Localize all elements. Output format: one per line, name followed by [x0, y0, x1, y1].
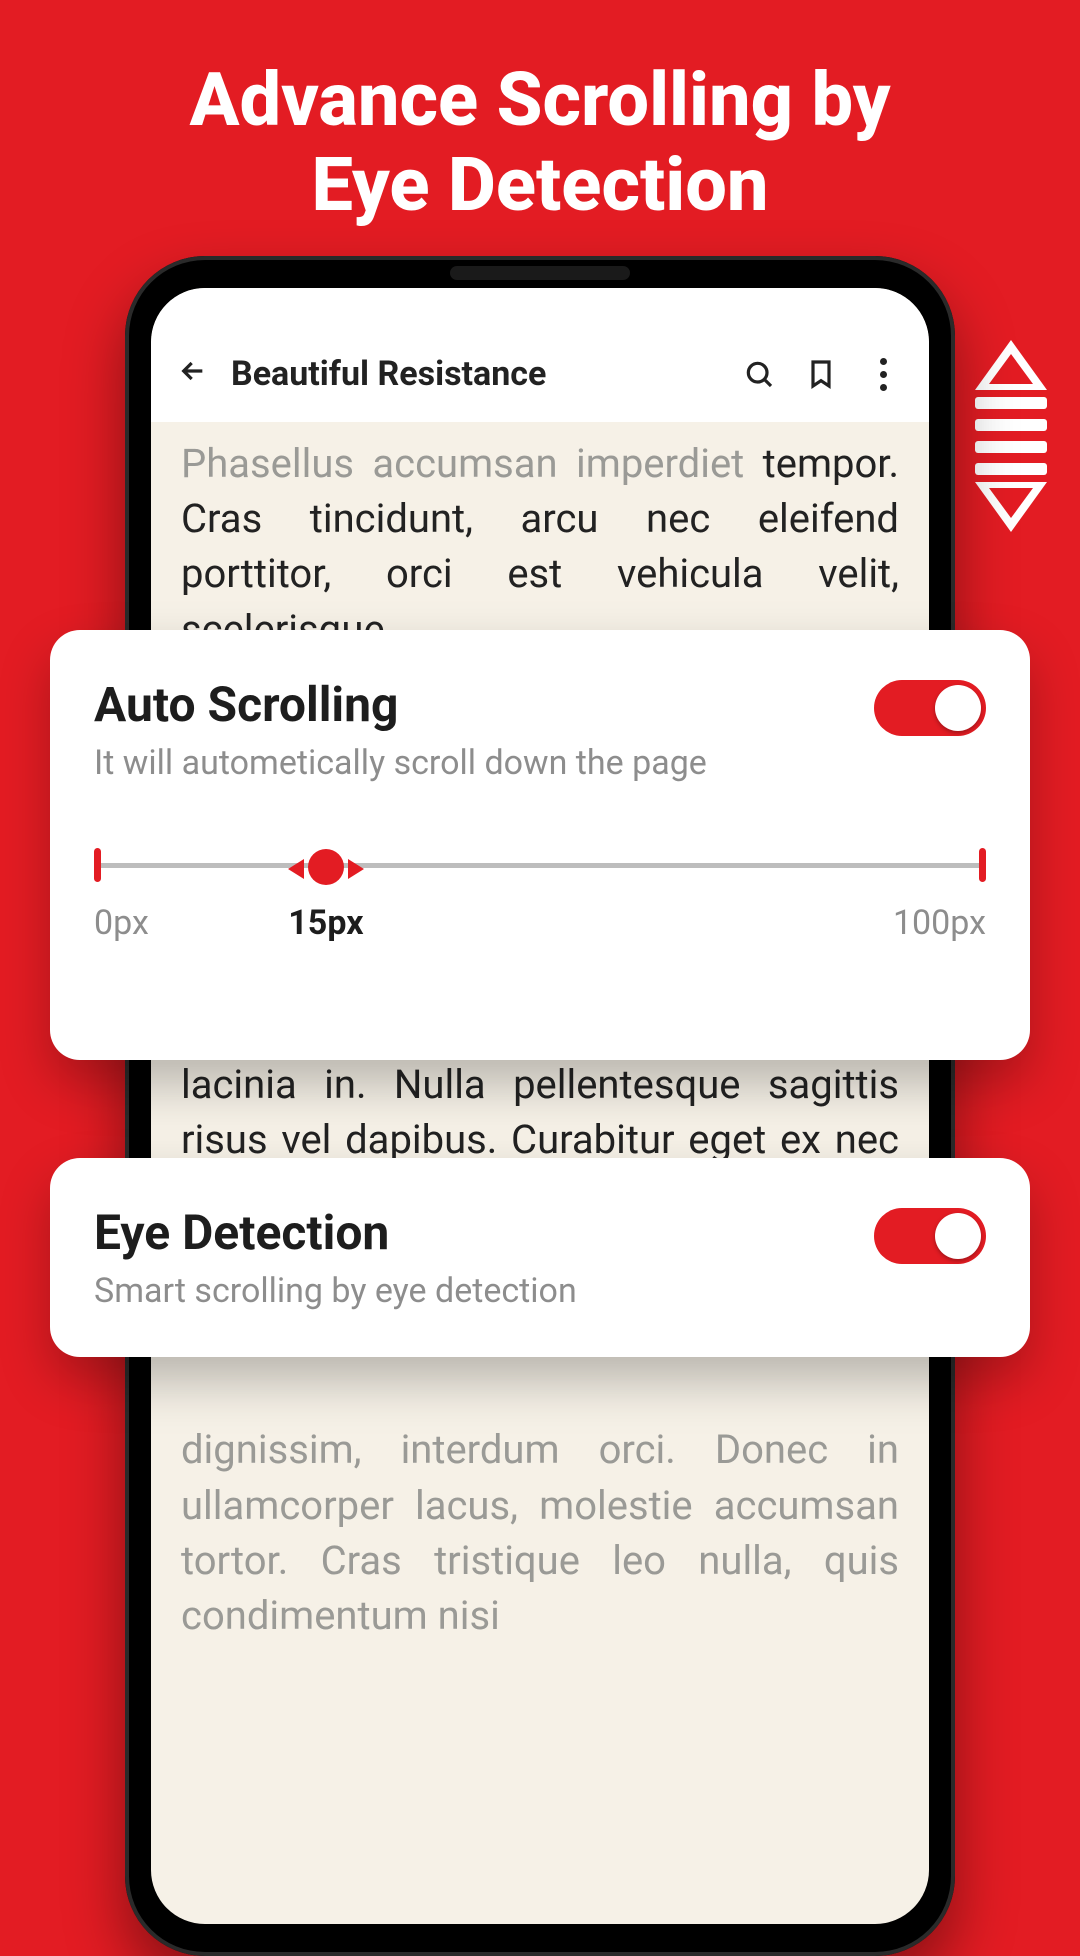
slider-value-label: 15px — [288, 903, 363, 943]
search-button[interactable] — [739, 354, 779, 394]
more-menu-button[interactable] — [863, 354, 903, 394]
auto-scrolling-toggle[interactable] — [874, 680, 986, 736]
app-bar-title: Beautiful Resistance — [231, 354, 546, 394]
slider-min-label: 0px — [94, 903, 149, 943]
eye-detection-desc: Smart scrolling by eye detection — [94, 1271, 577, 1311]
hero-title: Advance Scrolling by Eye Detection — [0, 0, 1080, 228]
slider-handle[interactable] — [304, 849, 348, 893]
auto-scrolling-title: Auto Scrolling — [94, 676, 707, 733]
hero-line1: Advance Scrolling by — [0, 58, 1080, 143]
auto-scrolling-desc: It will autometically scroll down the pa… — [94, 743, 707, 783]
bookmark-button[interactable] — [801, 354, 841, 394]
phone-screen: Beautiful Resistance Phasellus accumsan … — [151, 288, 929, 1924]
back-button[interactable] — [177, 354, 209, 394]
auto-scrolling-card: Auto Scrolling It will autometically scr… — [50, 630, 1030, 1060]
reader-text-faded-bottom: dignissim, interdum orci. Donec in ullam… — [181, 1426, 899, 1639]
eye-detection-title: Eye Detection — [94, 1204, 577, 1261]
eye-detection-card: Eye Detection Smart scrolling by eye det… — [50, 1158, 1030, 1357]
auto-scrolling-speed-slider[interactable]: 0px 15px 100px — [94, 839, 986, 949]
hero-line2: Eye Detection — [0, 143, 1080, 228]
phone-frame: Beautiful Resistance Phasellus accumsan … — [125, 256, 955, 1956]
eye-detection-toggle[interactable] — [874, 1208, 986, 1264]
app-bar: Beautiful Resistance — [151, 288, 929, 422]
reader-text-faded-top: Phasellus accumsan imperdiet — [181, 440, 744, 487]
slider-max-label: 100px — [893, 903, 986, 943]
scroll-indicator-icon — [966, 340, 1056, 532]
